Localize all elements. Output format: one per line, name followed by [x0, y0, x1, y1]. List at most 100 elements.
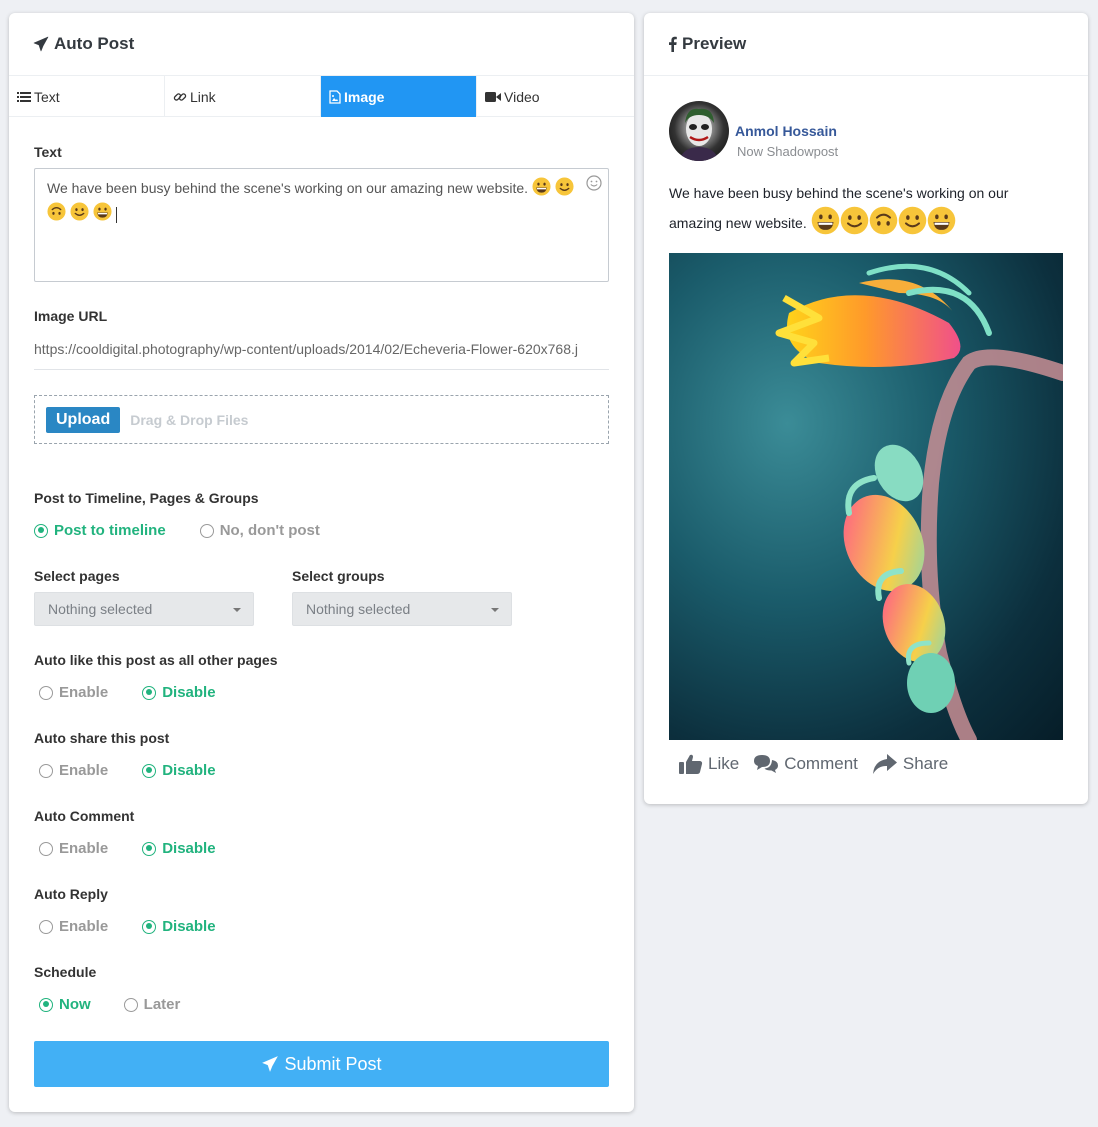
tab-image[interactable]: Image — [321, 76, 477, 117]
list-icon — [17, 91, 31, 103]
auto-reply-disable-radio[interactable]: Disable — [142, 918, 216, 935]
select-pages-dropdown[interactable]: Nothing selected — [34, 592, 254, 626]
select-groups-label: Select groups — [292, 568, 385, 584]
auto-share-enable-radio[interactable]: Enable — [39, 762, 108, 779]
auto-share-label: Auto share this post — [34, 730, 170, 746]
tab-video[interactable]: Video — [477, 76, 633, 117]
emoji-picker-icon[interactable] — [586, 175, 602, 197]
grin-emoji-icon — [93, 202, 112, 227]
select-groups-value: Nothing selected — [306, 601, 411, 617]
drop-hint: Drag & Drop Files — [130, 411, 249, 428]
schedule-radio-group: Now Later — [39, 996, 180, 1013]
post-actions: Like Comment Share — [679, 753, 962, 775]
share-label: Share — [902, 754, 949, 773]
schedule-later-radio[interactable]: Later — [123, 996, 181, 1013]
grin-emoji-icon — [811, 206, 840, 243]
post-text-value: We have been busy behind the scene's wor… — [47, 180, 529, 197]
dont-post-label: No, don't post — [219, 522, 320, 539]
auto-post-card: Auto Post Text Link Image Video Text We … — [9, 13, 634, 1112]
post-type-tabs: Text Link Image Video — [9, 76, 634, 117]
post-meta: Now Shadowpost — [737, 144, 839, 159]
paper-plane-icon — [33, 36, 49, 52]
auto-reply-enable-radio[interactable]: Enable — [39, 918, 108, 935]
auto-reply-radio-group: Enable Disable — [39, 918, 216, 935]
auto-comment-enable-radio[interactable]: Enable — [39, 840, 108, 857]
auto-comment-label: Auto Comment — [34, 808, 135, 824]
preview-post-text: We have been busy behind the scene's wor… — [669, 181, 1059, 243]
post-to-radio-group: Post to timeline No, don't post — [34, 522, 320, 539]
auto-post-title: Auto Post — [54, 34, 135, 53]
disable-label: Disable — [162, 918, 216, 935]
auto-share-radio-group: Enable Disable — [39, 762, 216, 779]
auto-comment-radio-group: Enable Disable — [39, 840, 216, 857]
smile-emoji-icon — [840, 206, 869, 243]
paper-plane-icon — [261, 1055, 279, 1073]
select-pages-value: Nothing selected — [48, 601, 153, 617]
author-avatar — [669, 101, 729, 161]
smile-emoji-icon — [555, 177, 574, 202]
radio-checked-icon — [142, 841, 157, 856]
author-name[interactable]: Anmol Hossain — [735, 123, 837, 139]
radio-unchecked-icon — [39, 685, 53, 700]
enable-label: Enable — [59, 684, 109, 701]
radio-checked-icon — [142, 685, 157, 700]
preview-title: Preview — [682, 34, 747, 53]
upload-button[interactable]: Upload — [46, 406, 121, 433]
auto-comment-disable-radio[interactable]: Disable — [142, 840, 216, 857]
file-dropzone[interactable]: Upload Drag & Drop Files — [34, 395, 609, 444]
auto-like-label: Auto like this post as all other pages — [34, 652, 278, 668]
enable-label: Enable — [59, 840, 109, 857]
radio-checked-icon — [39, 997, 53, 1012]
radio-checked-icon — [142, 919, 157, 934]
radio-unchecked-icon — [39, 919, 53, 934]
facebook-icon — [668, 36, 677, 52]
post-image — [669, 253, 1063, 740]
post-to-timeline-label: Post to timeline — [54, 522, 166, 539]
auto-share-disable-radio[interactable]: Disable — [142, 762, 216, 779]
thumbs-up-icon — [679, 753, 703, 775]
radio-unchecked-icon — [39, 763, 53, 778]
comment-button[interactable]: Comment — [753, 753, 858, 775]
caret-down-icon — [491, 608, 499, 612]
image-icon — [329, 89, 341, 104]
enable-label: Enable — [59, 762, 109, 779]
select-groups-dropdown[interactable]: Nothing selected — [292, 592, 512, 626]
tab-link-label: Link — [190, 88, 216, 105]
like-button[interactable]: Like — [679, 753, 739, 775]
tab-link[interactable]: Link — [165, 76, 321, 117]
preview-card: Preview Anmol Hossain Now Shadowpost We … — [644, 13, 1088, 804]
disable-label: Disable — [162, 762, 216, 779]
select-pages-label: Select pages — [34, 568, 120, 584]
auto-reply-label: Auto Reply — [34, 886, 108, 902]
post-text-input[interactable]: We have been busy behind the scene's wor… — [34, 168, 609, 282]
disable-label: Disable — [162, 684, 216, 701]
auto-like-radio-group: Enable Disable — [39, 684, 216, 701]
image-url-input[interactable]: https://cooldigital.photography/wp-conte… — [34, 341, 609, 370]
submit-post-label: Submit Post — [284, 1053, 382, 1074]
video-icon — [485, 91, 501, 103]
share-button[interactable]: Share — [872, 753, 948, 775]
comments-icon — [753, 754, 779, 774]
radio-checked-icon — [34, 523, 48, 538]
radio-unchecked-icon — [123, 997, 138, 1012]
schedule-now-label: Now — [59, 996, 91, 1013]
dont-post-radio[interactable]: No, don't post — [199, 522, 320, 539]
share-icon — [872, 753, 898, 775]
grin-emoji-icon — [927, 206, 956, 243]
post-to-timeline-radio[interactable]: Post to timeline — [34, 522, 166, 539]
upside-down-emoji-icon — [869, 206, 898, 243]
submit-post-button[interactable]: Submit Post — [34, 1041, 609, 1087]
auto-like-disable-radio[interactable]: Disable — [142, 684, 216, 701]
radio-unchecked-icon — [39, 841, 53, 856]
enable-label: Enable — [59, 918, 109, 935]
disable-label: Disable — [162, 840, 216, 857]
grin-emoji-icon — [532, 177, 551, 202]
tab-video-label: Video — [504, 88, 540, 105]
tab-text[interactable]: Text — [9, 76, 165, 117]
schedule-later-label: Later — [143, 996, 181, 1013]
schedule-label: Schedule — [34, 964, 97, 980]
schedule-now-radio[interactable]: Now — [39, 996, 91, 1013]
post-to-label: Post to Timeline, Pages & Groups — [34, 490, 259, 506]
link-icon — [173, 90, 187, 104]
auto-like-enable-radio[interactable]: Enable — [39, 684, 108, 701]
